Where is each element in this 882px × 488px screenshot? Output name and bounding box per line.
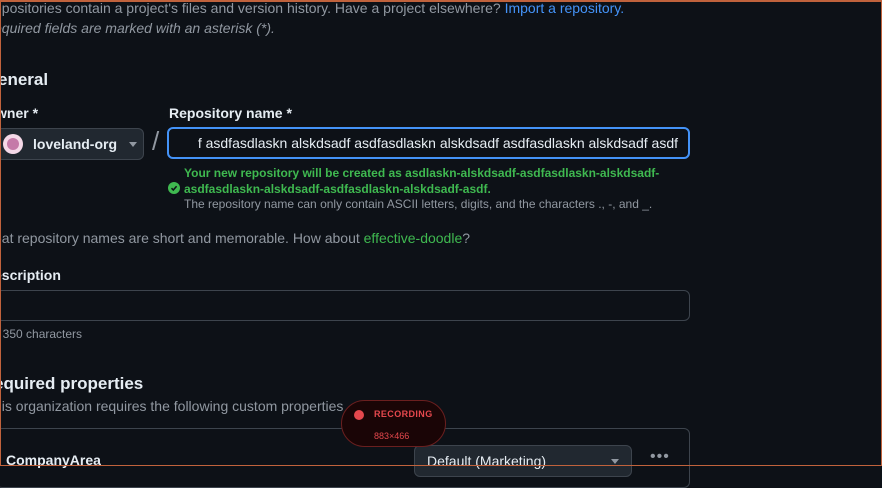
character-count: / 350 characters: [0, 327, 83, 341]
general-heading: eneral: [0, 70, 49, 89]
chevron-down-icon: [129, 141, 138, 147]
owner-select-button[interactable]: loveland-org: [0, 128, 144, 160]
repo-name-value: f asdfasdlaskn alskdsadf asdfasdlaskn al…: [197, 135, 678, 151]
intro-text: epositories contain a project's files an…: [0, 0, 625, 16]
description-input[interactable]: [0, 290, 690, 321]
repo-created-line-2: asdfasdlaskn-alskdsadf-asdfasdlaskn-alsk…: [184, 182, 491, 196]
description-label: escription: [0, 267, 61, 283]
ascii-note: The repository name can only contain ASC…: [184, 197, 653, 211]
more-options-icon[interactable]: •••: [650, 448, 670, 466]
org-avatar: [3, 134, 23, 154]
required-properties-subtitle: his organization requires the following …: [0, 398, 344, 414]
required-fields-note: equired fields are marked with an asteri…: [0, 20, 275, 36]
chevron-down-icon: [611, 458, 619, 464]
owner-label: wner *: [0, 105, 39, 121]
name-suggestion: eat repository names are short and memor…: [0, 230, 471, 246]
recording-size: 883×466: [374, 431, 410, 441]
check-circle-icon: [168, 182, 180, 194]
property-value: Default (Marketing): [427, 453, 547, 469]
owner-repo-separator: /: [152, 126, 160, 156]
required-properties-heading: equired properties: [0, 374, 144, 393]
property-value-select[interactable]: Default (Marketing): [414, 445, 632, 477]
owner-value: loveland-org: [33, 136, 118, 152]
import-repository-link[interactable]: Import a repository.: [505, 0, 625, 16]
recording-indicator: RECORDING 883×466: [341, 400, 446, 447]
suggested-name-link[interactable]: effective-doodle: [364, 230, 463, 246]
repo-name-label: Repository name *: [169, 105, 292, 121]
repo-created-line-1: Your new repository will be created as a…: [184, 166, 660, 180]
repo-name-input[interactable]: f asdfasdlaskn alskdsadf asdfasdlaskn al…: [167, 127, 690, 159]
record-dot-icon: [354, 410, 364, 420]
recording-label: RECORDING: [374, 409, 433, 419]
